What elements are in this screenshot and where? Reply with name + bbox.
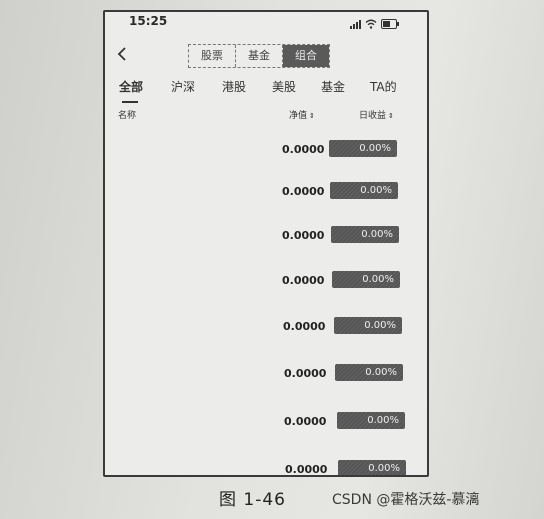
market-tabs: 全部 沪深 港股 美股 基金 TA的 <box>105 78 427 100</box>
table-row[interactable]: 0.0000 0.00% <box>105 460 427 476</box>
table-row[interactable]: 0.0000 0.00% <box>105 271 427 295</box>
nav-value: 0.0000 <box>285 463 328 476</box>
table-row[interactable]: 0.0000 0.00% <box>105 226 427 250</box>
asset-type-segment: 股票 基金 组合 <box>188 44 330 68</box>
table-row[interactable]: 0.0000 0.00% <box>105 317 427 341</box>
table-row[interactable]: 0.0000 0.00% <box>105 412 427 436</box>
tab-shanghai-shenzhen[interactable]: 沪深 <box>171 78 195 95</box>
daily-yield-badge: 0.00% <box>331 226 399 243</box>
nav-value: 0.0000 <box>282 185 325 198</box>
watermark: CSDN @霍格沃兹-慕漓 <box>332 492 480 508</box>
chevron-left-icon <box>117 47 126 61</box>
figure-caption: 图 1-46 <box>219 490 286 510</box>
daily-yield-badge: 0.00% <box>334 317 402 334</box>
status-bar: 15:25 <box>105 12 427 34</box>
phone-screen: 15:25 股票 基金 组合 全部 沪深 港股 美股 基金 TA的 名称 净值 … <box>103 10 429 477</box>
daily-yield-badge: 0.00% <box>329 140 397 157</box>
status-time: 15:25 <box>129 14 168 28</box>
back-button[interactable] <box>117 45 127 66</box>
column-header-yield-label: 日收益 <box>359 111 387 121</box>
segment-funds[interactable]: 基金 <box>236 45 283 67</box>
signal-icon <box>350 20 361 29</box>
daily-yield-badge: 0.00% <box>337 412 405 429</box>
tab-hk-stocks[interactable]: 港股 <box>222 78 246 95</box>
wifi-icon <box>365 19 377 29</box>
segment-portfolio[interactable]: 组合 <box>283 45 329 67</box>
tab-funds[interactable]: 基金 <box>321 78 345 95</box>
segment-stocks[interactable]: 股票 <box>189 45 236 67</box>
sort-icon: ⇕ <box>309 112 315 120</box>
status-icons <box>350 17 399 29</box>
battery-icon <box>381 19 399 29</box>
daily-yield-badge: 0.00% <box>335 364 403 381</box>
nav-value: 0.0000 <box>284 367 327 380</box>
nav-value: 0.0000 <box>283 320 326 333</box>
tab-us-stocks[interactable]: 美股 <box>272 78 296 95</box>
daily-yield-badge: 0.00% <box>332 271 400 288</box>
sort-icon: ⇕ <box>388 112 394 120</box>
nav-value: 0.0000 <box>284 415 327 428</box>
daily-yield-badge: 0.00% <box>338 460 406 475</box>
column-header-name: 名称 <box>118 111 137 121</box>
daily-yield-badge: 0.00% <box>330 182 398 199</box>
column-header-nav-label: 净值 <box>289 111 308 121</box>
active-tab-indicator <box>122 101 138 103</box>
table-row[interactable]: 0.0000 0.00% <box>105 182 427 206</box>
nav-value: 0.0000 <box>282 274 325 287</box>
tab-all[interactable]: 全部 <box>119 78 143 95</box>
nav-value: 0.0000 <box>282 229 325 242</box>
table-row[interactable]: 0.0000 0.00% <box>105 140 427 164</box>
nav-value: 0.0000 <box>282 143 325 156</box>
tab-theirs[interactable]: TA的 <box>370 78 397 95</box>
column-header-nav[interactable]: 净值 ⇕ <box>289 108 315 121</box>
table-row[interactable]: 0.0000 0.00% <box>105 364 427 388</box>
column-header-daily-yield[interactable]: 日收益 ⇕ <box>359 108 394 121</box>
